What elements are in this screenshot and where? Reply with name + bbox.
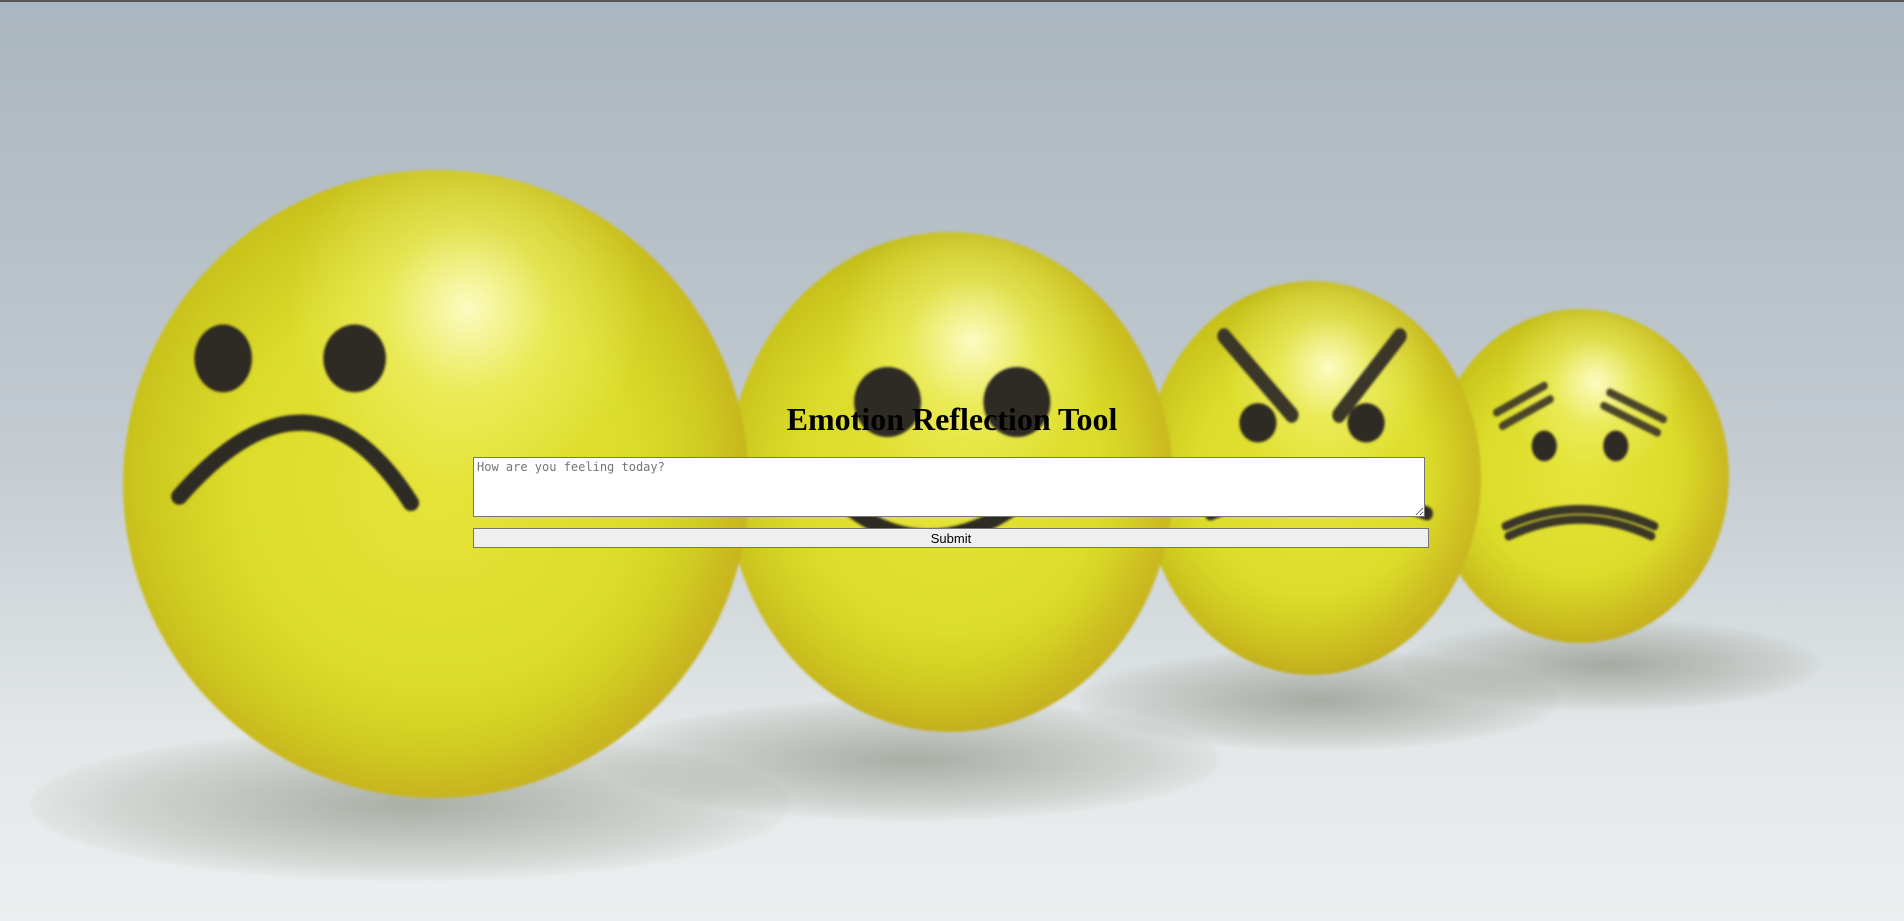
page-title: Emotion Reflection Tool [786, 401, 1118, 437]
feeling-input[interactable] [473, 457, 1425, 517]
submit-button[interactable]: Submit [473, 528, 1429, 548]
